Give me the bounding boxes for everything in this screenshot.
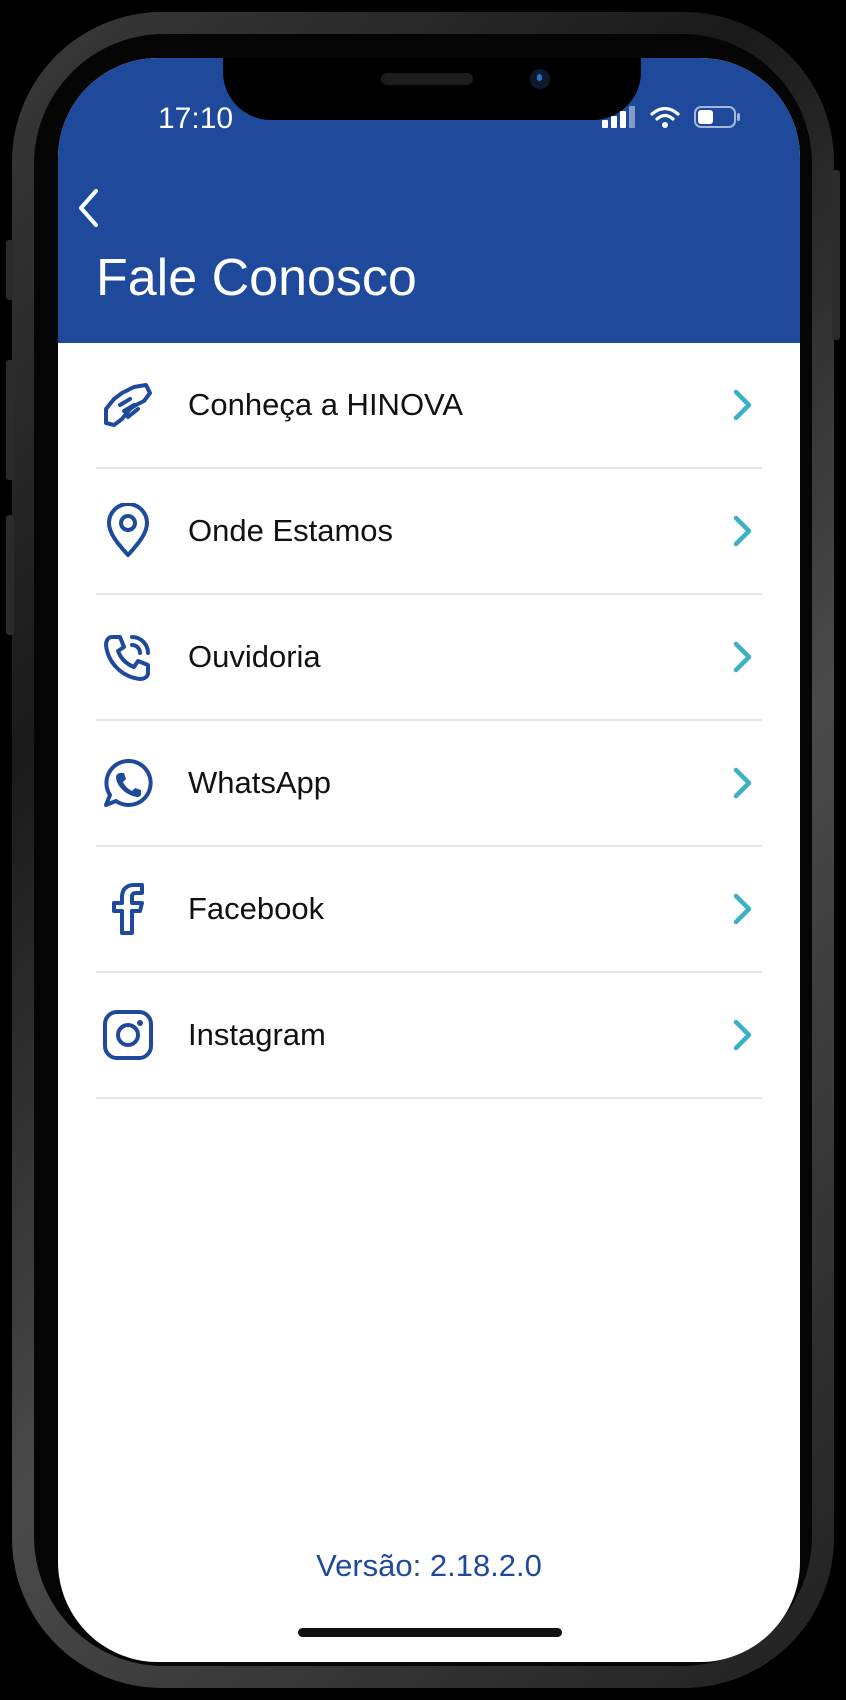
menu-item-instagram[interactable]: Instagram — [96, 973, 762, 1099]
whatsapp-icon — [100, 755, 156, 811]
app-header: 17:10 Fale Conosco — [58, 58, 800, 343]
instagram-icon — [100, 1007, 156, 1063]
menu-item-label: Onde Estamos — [188, 513, 394, 548]
menu-item-label: Instagram — [188, 1017, 326, 1052]
signal-icon — [602, 106, 635, 128]
menu-item-label: Facebook — [188, 891, 325, 926]
status-icons — [602, 106, 742, 128]
app-version: Versão: 2.18.2.0 — [316, 1548, 542, 1583]
chevron-right-icon — [733, 893, 752, 925]
chevron-right-icon — [733, 641, 752, 673]
app-screen: 17:10 Fale Conosco Conheça a HINOVA Onde… — [58, 58, 800, 1662]
page-title: Fale Conosco — [96, 249, 417, 307]
menu-item-label: Conheça a HINOVA — [188, 387, 464, 422]
chevron-right-icon — [733, 767, 752, 799]
notch — [223, 58, 641, 120]
wifi-icon — [650, 106, 680, 128]
status-time: 17:10 — [158, 102, 234, 135]
menu-item-onde-estamos[interactable]: Onde Estamos — [96, 469, 762, 595]
chevron-right-icon — [733, 515, 752, 547]
facebook-icon — [100, 881, 156, 937]
menu-item-whatsapp[interactable]: WhatsApp — [96, 721, 762, 847]
contact-menu: Conheça a HINOVA Onde Estamos Ouvidoria … — [96, 343, 762, 1099]
battery-icon — [694, 106, 740, 128]
menu-item-ouvidoria[interactable]: Ouvidoria — [96, 595, 762, 721]
home-indicator[interactable] — [298, 1628, 562, 1637]
front-camera — [530, 69, 550, 89]
chevron-right-icon — [733, 389, 752, 421]
back-button[interactable] — [68, 178, 108, 238]
location-pin-icon — [100, 503, 156, 559]
volume-up-button — [6, 360, 14, 480]
menu-item-label: WhatsApp — [188, 765, 332, 800]
chevron-left-icon — [79, 189, 98, 227]
menu-item-label: Ouvidoria — [188, 639, 321, 674]
menu-item-facebook[interactable]: Facebook — [96, 847, 762, 973]
power-button — [832, 170, 840, 340]
phone-call-icon — [100, 629, 156, 685]
volume-down-button — [6, 515, 14, 635]
mute-switch — [6, 240, 14, 300]
handshake-icon — [100, 377, 156, 433]
chevron-right-icon — [733, 1019, 752, 1051]
menu-item-conheca-hinova[interactable]: Conheça a HINOVA — [96, 343, 762, 469]
speaker-grille — [381, 73, 473, 85]
